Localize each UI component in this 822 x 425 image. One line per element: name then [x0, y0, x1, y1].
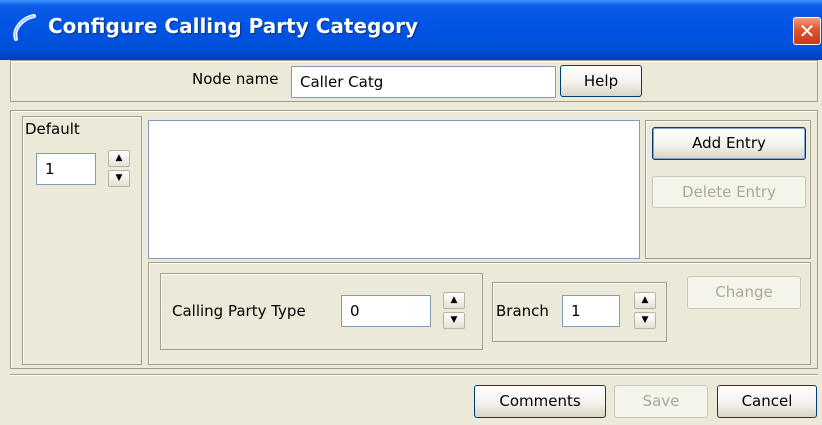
spinner-up-icon[interactable]: ▲ [443, 292, 465, 309]
comments-button[interactable]: Comments [474, 385, 606, 418]
default-input[interactable]: 1 [36, 153, 96, 185]
default-spinner[interactable]: ▲ ▼ [108, 150, 130, 187]
calling-party-type-spinner[interactable]: ▲ ▼ [443, 292, 465, 329]
calling-party-type-label: Calling Party Type [172, 302, 306, 320]
spinner-down-icon[interactable]: ▼ [634, 312, 656, 329]
cancel-button[interactable]: Cancel [717, 385, 817, 418]
entry-list[interactable] [148, 120, 640, 259]
branch-spinner[interactable]: ▲ ▼ [634, 292, 656, 329]
branch-input[interactable]: 1 [562, 295, 620, 327]
branch-label: Branch [496, 302, 549, 320]
spinner-down-icon[interactable]: ▼ [108, 170, 130, 187]
calling-party-icon [13, 14, 36, 41]
window-title: Configure Calling Party Category [48, 14, 418, 38]
footer-separator [10, 374, 818, 376]
spinner-up-icon[interactable]: ▲ [634, 292, 656, 309]
help-button[interactable]: Help [560, 65, 642, 97]
spinner-down-icon[interactable]: ▼ [443, 312, 465, 329]
default-label: Default [25, 120, 80, 138]
add-entry-button[interactable]: Add Entry [652, 127, 806, 160]
node-name-label: Node name [192, 70, 279, 88]
close-icon: ✕ [798, 19, 816, 43]
calling-party-type-input[interactable]: 0 [341, 295, 431, 327]
delete-entry-button[interactable]: Delete Entry [652, 176, 806, 208]
save-button[interactable]: Save [614, 385, 708, 418]
spinner-up-icon[interactable]: ▲ [108, 150, 130, 167]
node-name-input[interactable]: Caller Catg [291, 66, 556, 98]
change-button[interactable]: Change [687, 276, 801, 309]
close-button[interactable]: ✕ [793, 17, 821, 45]
